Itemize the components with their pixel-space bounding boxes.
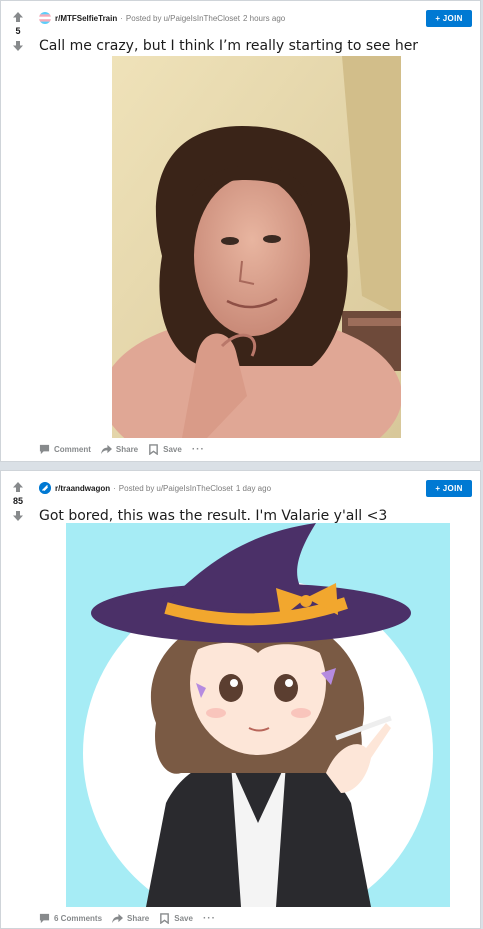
arrow-up-icon xyxy=(13,482,23,492)
meta-separator: · xyxy=(113,483,116,493)
save-button[interactable]: Save xyxy=(159,913,193,924)
upvote-button[interactable] xyxy=(10,10,26,24)
arrow-up-icon xyxy=(13,12,23,22)
trans-flag-icon xyxy=(39,12,51,24)
save-button[interactable]: Save xyxy=(148,444,182,455)
share-button[interactable]: Share xyxy=(100,444,139,455)
subreddit-link[interactable]: r/MTFSelfieTrain xyxy=(55,14,117,23)
bookmark-icon xyxy=(149,444,158,455)
more-options-button[interactable]: ··· xyxy=(203,913,216,924)
save-label: Save xyxy=(163,445,182,454)
post-time: 2 hours ago xyxy=(242,13,286,23)
post-image[interactable] xyxy=(66,523,450,907)
share-icon xyxy=(112,913,124,924)
comment-label: Comment xyxy=(54,445,91,454)
post-meta: r/traandwagon · Posted by u/PaigeIsInThe… xyxy=(39,479,472,497)
share-icon xyxy=(100,444,112,455)
more-options-button[interactable]: ··· xyxy=(192,444,205,455)
author-link[interactable]: u/PaigeIsInTheCloset xyxy=(156,484,233,493)
comment-button[interactable]: 6 Comments xyxy=(39,913,102,924)
share-label: Share xyxy=(115,445,139,454)
selfie-photo xyxy=(112,56,401,438)
post-actions: 6 Comments Share Save ··· xyxy=(39,913,216,924)
post-content: r/MTFSelfieTrain · Posted by u/PaigeIsIn… xyxy=(39,1,472,55)
posted-by-label: Posted by xyxy=(125,13,162,23)
comment-icon xyxy=(39,913,50,924)
join-button[interactable]: + JOIN xyxy=(426,480,472,497)
post-card[interactable]: 85 r/traandwagon · Posted by u/PaigeIsIn… xyxy=(0,470,481,929)
vote-score: 5 xyxy=(15,26,21,36)
post-actions: Comment Share Save ··· xyxy=(39,444,205,455)
bookmark-icon xyxy=(160,913,170,924)
share-label: Share xyxy=(127,914,150,923)
arrow-down-icon xyxy=(13,511,23,521)
join-button[interactable]: + JOIN xyxy=(426,10,472,27)
comment-icon xyxy=(39,444,50,455)
comment-label: 6 Comments xyxy=(54,914,103,923)
post-card[interactable]: 5 r/MTFSelfieTrain · Posted by u/PaigeIs… xyxy=(0,0,481,462)
community-icon xyxy=(39,482,51,494)
vote-score: 85 xyxy=(12,496,23,506)
meta-separator: · xyxy=(120,13,123,23)
downvote-button[interactable] xyxy=(10,39,26,53)
vote-column: 5 xyxy=(1,1,35,53)
post-title[interactable]: Call me crazy, but I think I’m really st… xyxy=(39,37,472,55)
post-time: 1 day ago xyxy=(235,483,272,493)
posted-by-label: Posted by xyxy=(118,483,155,493)
vote-column: 85 xyxy=(1,471,35,523)
post-image[interactable] xyxy=(112,56,401,438)
anime-portrait-illustration xyxy=(66,523,450,907)
post-feed: 5 r/MTFSelfieTrain · Posted by u/PaigeIs… xyxy=(0,0,483,929)
save-label: Save xyxy=(174,914,193,923)
post-content: r/traandwagon · Posted by u/PaigeIsInThe… xyxy=(39,471,472,525)
author-link[interactable]: u/PaigeIsInTheCloset xyxy=(163,14,240,23)
downvote-button[interactable] xyxy=(10,509,26,523)
upvote-button[interactable] xyxy=(10,480,26,494)
comment-button[interactable]: Comment xyxy=(39,444,91,455)
post-meta: r/MTFSelfieTrain · Posted by u/PaigeIsIn… xyxy=(39,9,472,27)
share-button[interactable]: Share xyxy=(112,913,149,924)
arrow-down-icon xyxy=(13,41,23,51)
subreddit-link[interactable]: r/traandwagon xyxy=(55,484,110,493)
